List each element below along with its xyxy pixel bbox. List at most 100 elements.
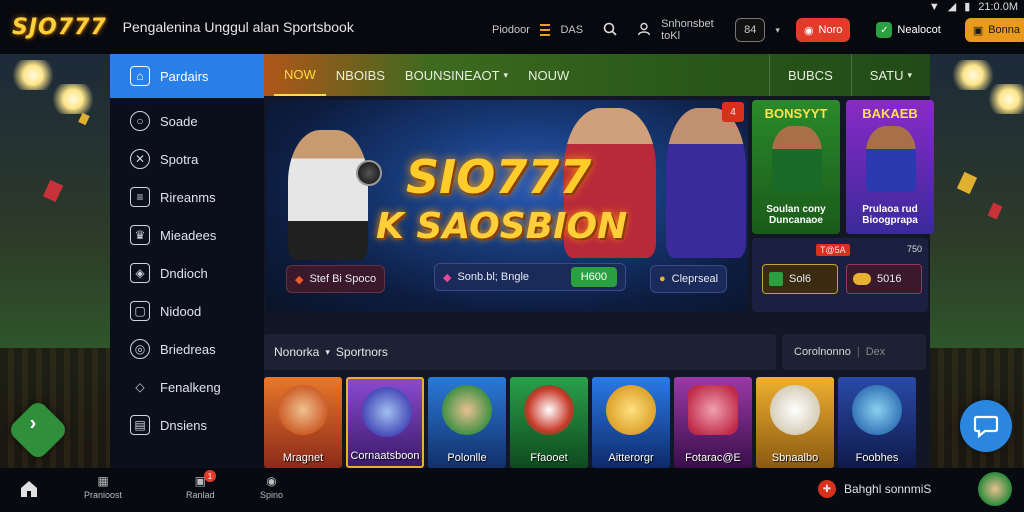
hero-button-2[interactable]: ◆ Sonb.bl; Bngle H600 — [434, 263, 626, 291]
red-action-button[interactable]: ◉ Noro — [795, 18, 851, 42]
tab-4[interactable]: NOUW — [518, 54, 579, 96]
battery-icon: ▮ — [964, 1, 971, 13]
menu-icon[interactable] — [539, 24, 551, 36]
promo-card-2[interactable]: BAKAEB Prulaoa rud Bioogprapa — [846, 100, 934, 234]
notification-badge: 1 — [203, 470, 216, 482]
bottom-right-promo[interactable]: ✚ Bahghl sonnmiS — [818, 480, 931, 498]
bottom-nav-item-2[interactable]: ▣ 1 Ranlad — [186, 470, 216, 500]
character-icon — [278, 385, 328, 435]
search-icon[interactable] — [603, 22, 617, 39]
sidebar-item-2[interactable]: ✕ Spotra — [110, 140, 264, 178]
sidebar-item-3[interactable]: ≡ Rireanms — [110, 178, 264, 216]
player-figure-right — [666, 108, 746, 258]
orange-button-label: Bonna — [988, 24, 1021, 36]
sidebar-item-5[interactable]: ◈ Dndioch — [110, 254, 264, 292]
tab-3-label: BOUNSINEAOT — [404, 67, 500, 83]
game-tile[interactable]: Mragnet — [264, 377, 342, 468]
red-button-label: Noro — [818, 24, 843, 36]
sidebar-item-label: Rireanms — [160, 189, 216, 205]
counter-badge[interactable]: 84 — [735, 18, 766, 42]
promo-card-1[interactable]: BONSYYT Soulan cony Duncanaoe — [752, 100, 840, 234]
tab-now[interactable]: NOW — [274, 54, 326, 96]
sidebar-item-label: Dndioch — [160, 265, 208, 281]
game-tile[interactable]: Sbnaalbo — [756, 377, 834, 468]
sidebar-item-8[interactable]: ◇ Fenalkeng — [110, 368, 264, 406]
game-tile[interactable]: Cornaatsboon — [346, 377, 424, 468]
hero-banner[interactable]: SIO777 K SAOSBION 4 ◆ Stef Bi Spoco ◆ So… — [266, 100, 748, 312]
search-value: Sportnors — [335, 345, 388, 359]
football-icon — [356, 160, 382, 186]
game-tile[interactable]: Aitterorgr — [592, 377, 670, 468]
trophy-icon — [770, 385, 820, 435]
diamond-icon: ◇ — [135, 380, 145, 394]
bottom-nav-item-1[interactable]: ▦ Pranioost — [84, 474, 122, 500]
top-nav: Piodoor DAS Snhonsbet toKl 84 ▾ ◉ Noro ✓ … — [492, 18, 1024, 42]
sports-search-bar[interactable]: Nonorka ▾ Sportnors — [264, 334, 776, 370]
promo-card-1-title: BONSYYT — [764, 106, 828, 121]
game-tile[interactable]: Ffaooet — [510, 377, 588, 468]
nav-link-1[interactable]: Piodoor — [492, 24, 530, 36]
shield-icon — [688, 385, 738, 435]
user-icon[interactable] — [637, 22, 651, 39]
promo-row-button-left-label: Sol6 — [789, 273, 812, 285]
grid-icon: ▦ — [97, 474, 109, 488]
sidebar-item-7[interactable]: ◎ Briedreas — [110, 330, 264, 368]
sidebar: ⌂ Pardairs ○ Soade ✕ Spotra ≡ Rireanms ♛… — [110, 54, 264, 468]
game-tile[interactable]: Foobhes — [838, 377, 916, 468]
sidebar-item-9[interactable]: ▤ Dnsiens — [110, 406, 264, 444]
sidebar-item-1[interactable]: ○ Soade — [110, 102, 264, 140]
sidebar-item-label: Spotra — [160, 151, 199, 167]
green-action-button[interactable]: ✓ Nealocot — [868, 18, 948, 42]
hero-button-3[interactable]: ● Cleprseal — [650, 265, 728, 293]
brand-logo[interactable]: SJO777 — [12, 15, 107, 40]
sidebar-item-6[interactable]: ▢ Nidood — [110, 292, 264, 330]
home-nav-button[interactable] — [18, 478, 40, 505]
document-icon: ▤ — [130, 415, 150, 435]
chat-support-button[interactable] — [960, 400, 1012, 452]
tab-2[interactable]: NBOIBS — [326, 54, 395, 96]
fire-icon: ◉ — [803, 24, 814, 37]
site-tagline: Pengalenina Unggul alan Sportsbook — [122, 19, 354, 35]
hero-badge-value: 4 — [730, 106, 736, 118]
sidebar-item-4[interactable]: ♛ Mieadees — [110, 216, 264, 254]
profile-avatar[interactable] — [978, 472, 1012, 506]
filter-dropdown[interactable]: Corolnonno | Dex — [782, 334, 926, 370]
orange-action-button[interactable]: ▣ Bonna — [964, 18, 1024, 42]
wallet-icon: ▣ — [972, 24, 984, 37]
promo-row-button-left[interactable]: Sol6 — [762, 264, 838, 294]
promo-row-button-right[interactable]: 5016 — [846, 264, 922, 294]
bottom-nav-item-3[interactable]: ◉ Spino — [260, 474, 283, 500]
chevron-down-icon[interactable]: ▾ — [325, 347, 330, 358]
sidebar-item-home[interactable]: ⌂ Pardairs — [110, 54, 264, 98]
game-tile[interactable]: Polonlle — [428, 377, 506, 468]
game-tile-label: Foobhes — [855, 452, 899, 464]
nav-link-2[interactable]: DAS — [560, 24, 583, 36]
filter-label: Corolnonno — [794, 346, 851, 358]
chat-icon — [973, 415, 999, 438]
character-icon — [362, 387, 412, 437]
counter-value: 84 — [744, 24, 757, 36]
sidebar-item-label: Dnsiens — [160, 417, 207, 433]
search-prefix: Nonorka — [274, 345, 320, 359]
hero-button-1-label: Stef Bi Spoco — [309, 273, 377, 285]
sidebar-item-label: Soade — [160, 113, 198, 129]
list-icon: ≡ — [130, 187, 150, 207]
user-label[interactable]: Snhonsbet toKl — [661, 18, 717, 42]
chevron-down-icon: ▾ — [907, 69, 912, 80]
globe-icon — [852, 385, 902, 435]
tab-3[interactable]: BOUNSINEAOT ▾ — [395, 54, 518, 96]
home-icon: ⌂ — [130, 66, 150, 86]
player-figure — [866, 126, 916, 192]
green-button-label: Nealocot — [897, 24, 941, 36]
tab-5[interactable]: BUBCS — [768, 54, 851, 96]
chevron-down-icon[interactable]: ▾ — [775, 25, 780, 36]
tab-6[interactable]: SATU ▾ — [850, 54, 930, 96]
hero-button-1[interactable]: ◆ Stef Bi Spoco — [286, 265, 386, 293]
sidebar-item-label: Briedreas — [160, 341, 216, 357]
game-tile[interactable]: Fotarac@E — [674, 377, 752, 468]
bottom-nav: ▦ Pranioost ▣ 1 Ranlad ◉ Spino ✚ Bahghl … — [0, 468, 1024, 512]
player-icon — [442, 385, 492, 435]
game-grid: Mragnet Cornaatsboon Polonlle Ffaooet Ai… — [264, 377, 916, 468]
game-tile-label: Cornaatsboon — [350, 450, 420, 462]
top-bar: SJO777 Pengalenina Unggul alan Sportsboo… — [0, 0, 1024, 54]
